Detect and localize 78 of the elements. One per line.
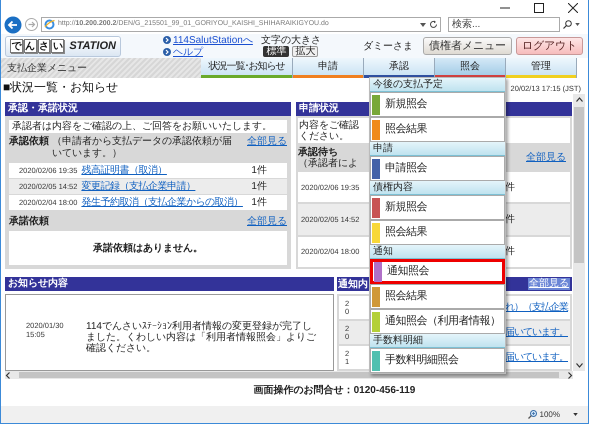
menu-button[interactable]: 債権者メニュー: [423, 37, 512, 55]
instruction-text: 承認者は内容をご確認の上、ご回答をお願いいたします。: [9, 120, 287, 133]
section-note: （申請者から支払データの承認依頼が届いています。）: [52, 136, 232, 160]
request-link[interactable]: 発生予約取消（支払企業からの取消）: [81, 195, 248, 210]
scroll-thumb[interactable]: [574, 107, 584, 263]
user-name: ダミーさま: [362, 40, 413, 54]
vertical-scrollbar[interactable]: [573, 94, 585, 371]
notification-link[interactable]: 届いています。: [505, 325, 569, 340]
notice-text: 114でんさいｽﾃｰｼｮﾝ利用者情報の変更登録が完了しました。くわしい内容は「利用者情報照会」よりご確認ください。: [86, 321, 317, 354]
contact-info: 画面操作のお問合せ：0120-456-119: [254, 384, 416, 398]
view-all-link[interactable]: 全部見る: [526, 150, 566, 165]
refresh-icon[interactable]: [429, 20, 438, 29]
menu-item[interactable]: 新規照会: [370, 92, 505, 117]
section-title: 承諾依頼: [9, 216, 49, 228]
menu-section-header: 債権内容: [370, 181, 505, 195]
menu-section-header: 申請: [370, 142, 505, 156]
menu-item[interactable]: 通知照会: [370, 259, 505, 284]
menu-item[interactable]: 通知照会（利用者情報）: [370, 309, 505, 334]
scroll-down-icon[interactable]: [576, 363, 582, 368]
scroll-up-icon[interactable]: [576, 97, 582, 102]
count: 件: [505, 180, 516, 195]
caret-icon[interactable]: [575, 23, 580, 26]
count: 1件: [251, 180, 267, 194]
panel-title: 通知内: [338, 278, 368, 292]
caret-icon[interactable]: [420, 22, 426, 26]
request-link[interactable]: 変更記録（支払企業申請）: [81, 179, 248, 194]
menu-item[interactable]: 照会結果: [370, 284, 505, 309]
panel-header: お知らせ内容: [5, 277, 334, 291]
page-title: ■状況一覧・お知らせ: [3, 80, 118, 94]
view-all-link[interactable]: 全部見る: [528, 278, 570, 290]
font-size-button[interactable]: 標準: [263, 46, 290, 57]
menu-item[interactable]: 新規照会: [370, 195, 505, 220]
scroll-right-icon[interactable]: [567, 372, 573, 378]
empty-message: 承諾依頼はありません。: [93, 242, 203, 256]
browser-icon: [44, 19, 55, 30]
nav-tab[interactable]: 照会: [435, 58, 506, 78]
font-size-button[interactable]: 拡大: [292, 46, 318, 57]
font-size-label: 文字の大きさ: [260, 35, 321, 46]
section-note: （承認者によ: [298, 158, 359, 168]
caret-icon[interactable]: [573, 413, 578, 416]
scroll-thumb[interactable]: [19, 372, 559, 378]
menu-item[interactable]: 申請照会: [370, 156, 505, 181]
menu-item[interactable]: 手数料明細照会: [370, 348, 505, 373]
view-all-link[interactable]: 全部見る: [247, 216, 287, 228]
horizontal-scrollbar[interactable]: [5, 371, 573, 379]
nav-tab[interactable]: 管理: [506, 58, 577, 78]
count: 件: [505, 212, 516, 227]
logo: で ん さ い STATION: [5, 36, 121, 56]
menu-section-header: 今後の支払予定: [370, 78, 505, 92]
menu-item[interactable]: 照会結果: [370, 117, 505, 142]
panel-header: 承認・承諾状況: [5, 102, 291, 116]
section-title: 承認依頼: [9, 136, 49, 148]
menu-bar-title: 支払企業メニュー: [7, 62, 87, 76]
scroll-left-icon[interactable]: [5, 372, 11, 378]
menu-section-header: 手数料明細: [370, 334, 505, 348]
nav-tab[interactable]: 状況一覧･お知らせ: [201, 58, 293, 78]
zoom-level[interactable]: 100%: [540, 408, 560, 420]
count: 1件: [251, 164, 267, 178]
logout-button[interactable]: ログアウト: [516, 37, 583, 55]
zoom-icon[interactable]: [528, 410, 537, 419]
notification-link[interactable]: れ）（支払企業: [505, 300, 569, 315]
search-field[interactable]: 検索...: [448, 17, 560, 32]
nav-tab[interactable]: 承認: [364, 58, 435, 78]
search-icon[interactable]: [563, 20, 572, 29]
count: 件: [505, 245, 516, 260]
request-link[interactable]: 残高証明書（取消）: [81, 163, 248, 178]
section-title: 承認待ち: [298, 146, 339, 158]
menu-section-header: 通知: [370, 245, 505, 259]
nav-tab[interactable]: 申請: [293, 58, 364, 78]
close-icon[interactable]: [568, 3, 578, 13]
maximize-icon[interactable]: [534, 3, 544, 13]
link[interactable]: 114SalutStationへ: [173, 34, 253, 46]
menu-item[interactable]: 照会結果: [370, 220, 505, 245]
instruction-text: 内容をご確認ください。: [299, 120, 360, 142]
link[interactable]: ヘルプ: [173, 46, 203, 58]
view-all-link[interactable]: 全部見る: [247, 136, 287, 148]
count: 1件: [251, 196, 267, 210]
notification-link[interactable]: 届いています。: [505, 350, 569, 365]
